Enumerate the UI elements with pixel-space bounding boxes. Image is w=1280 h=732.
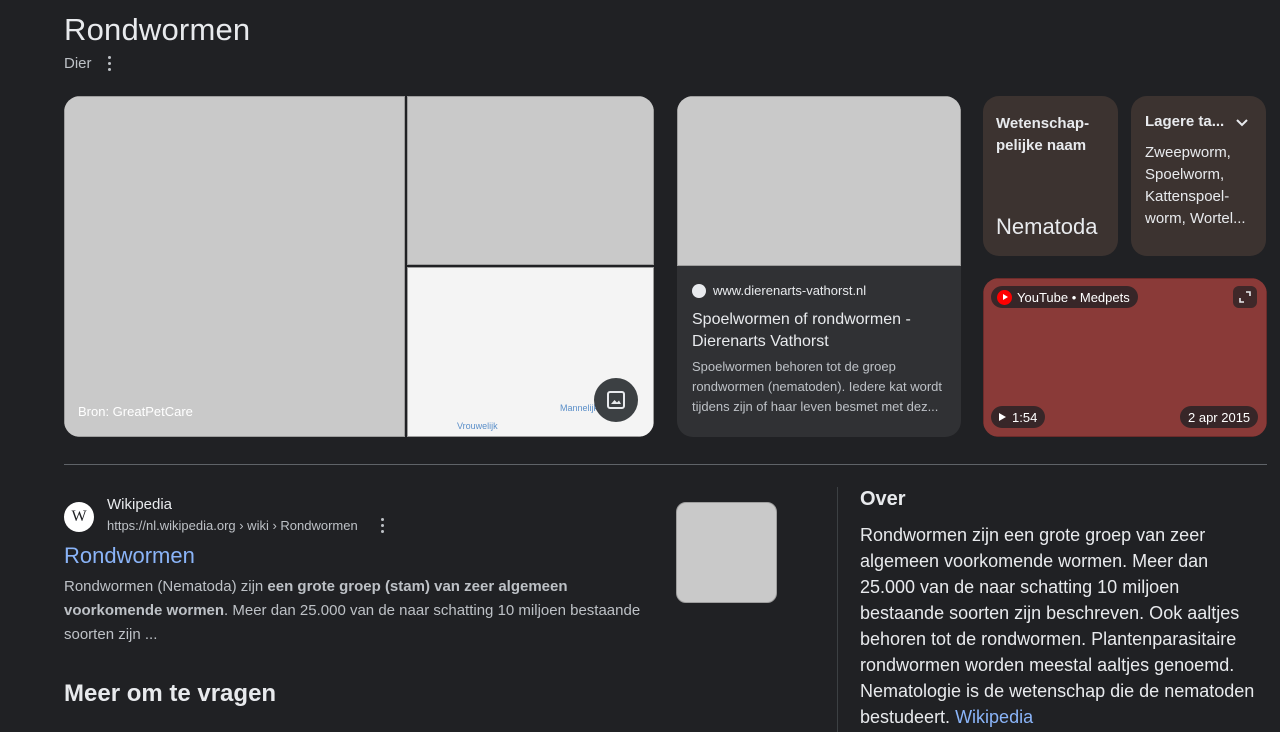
lower-taxa-card[interactable]: Lagere ta... Zweepworm, Spoelworm, Katte… [1131, 96, 1266, 256]
scientific-name-value: Nematoda [996, 214, 1098, 239]
article-source: www.dierenarts-vathorst.nl [713, 283, 867, 298]
video-date-badge: 2 apr 2015 [1180, 406, 1259, 428]
video-source-badge: YouTube • Medpets [991, 286, 1138, 308]
chevron-down-icon[interactable] [1234, 114, 1250, 130]
page-title: Rondwormen [64, 12, 251, 47]
more-images-button[interactable] [594, 378, 638, 422]
scientific-name-card[interactable]: Wetenschap-pelijke naam Nematoda [983, 96, 1118, 256]
snippet-text: Rondwormen (Nematoda) zijn [64, 578, 268, 595]
video-source: YouTube • Medpets [1017, 289, 1130, 305]
roundworms-photo[interactable] [64, 96, 405, 437]
scientific-name-label: Wetenschap-pelijke naam [996, 115, 1090, 154]
diagram-label-male: Mannelijk [560, 403, 599, 413]
result-thumbnail[interactable] [676, 502, 777, 603]
result-snippet: Rondwormen (Nematoda) zijn een grote gro… [64, 575, 664, 647]
roundworm-closeup-photo[interactable] [407, 96, 654, 265]
image-icon [607, 391, 625, 409]
article-card[interactable]: www.dierenarts-vathorst.nl Spoelwormen o… [677, 96, 961, 437]
result-more-options-icon[interactable] [376, 516, 388, 534]
people-also-ask-heading: Meer om te vragen [64, 680, 277, 707]
image-source-caption: Bron: GreatPetCare [78, 404, 193, 419]
entity-type: Dier [64, 55, 92, 72]
article-title[interactable]: Spoelwormen of rondwormen - Dierenarts V… [692, 309, 952, 353]
result-site-name[interactable]: Wikipedia [107, 496, 172, 513]
video-card[interactable]: YouTube • Medpets 1:54 2 apr 2015 [983, 278, 1267, 437]
lower-taxa-label: Lagere ta... [1145, 113, 1225, 130]
video-duration-badge: 1:54 [991, 406, 1046, 428]
site-favicon-icon [692, 284, 706, 298]
image-collage: Bron: GreatPetCare Vrouwelijk Mannelijk [64, 96, 654, 437]
article-image [677, 96, 961, 266]
more-options-icon[interactable] [102, 53, 116, 73]
diagram-label-female: Vrouwelijk [457, 421, 498, 431]
column-divider [837, 487, 838, 732]
about-source-link[interactable]: Wikipedia [955, 707, 1033, 727]
youtube-icon [997, 289, 1012, 305]
about-description: Rondwormen zijn een grote groep van zeer… [860, 522, 1260, 730]
section-divider [64, 464, 1267, 465]
result-title-link[interactable]: Rondwormen [64, 543, 195, 569]
expand-icon[interactable] [1233, 286, 1257, 308]
result-url[interactable]: https://nl.wikipedia.org › wiki › Rondwo… [107, 518, 358, 533]
video-duration: 1:54 [1012, 409, 1038, 425]
wikipedia-icon[interactable]: W [64, 502, 94, 532]
play-icon [999, 413, 1006, 421]
article-snippet: Spoelwormen behoren tot de groep rondwor… [692, 359, 943, 414]
about-text: Rondwormen zijn een grote groep van zeer… [860, 525, 1255, 727]
lower-taxa-value: Zweepworm, Spoelworm, Kattenspoel-worm, … [1145, 144, 1246, 227]
about-heading: Over [860, 488, 906, 510]
